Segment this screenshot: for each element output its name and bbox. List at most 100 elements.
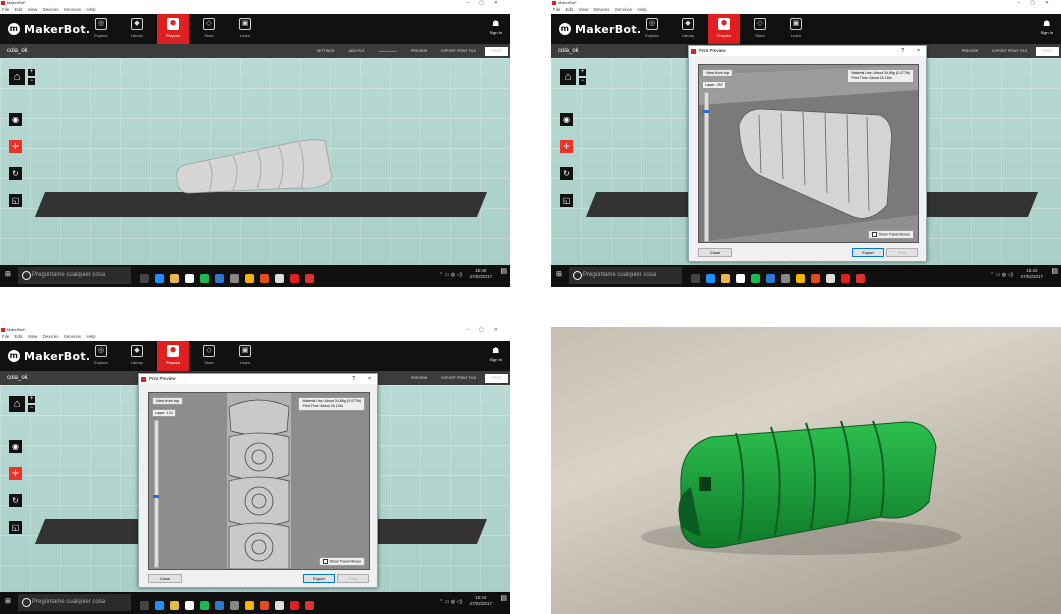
home-view-button[interactable]: ⌂ [9, 396, 25, 412]
zoom-in-button[interactable]: + [28, 69, 35, 76]
build-plate-viewport[interactable]: ⌂ + − ◉ ✛ ↻ ◱ [0, 58, 510, 265]
nav-explore[interactable]: ◎ Explore [85, 341, 117, 371]
sign-in[interactable]: ☗ Sign In [490, 20, 502, 36]
dialog-close-icon[interactable]: × [368, 374, 371, 384]
app-icon-blue[interactable] [215, 601, 224, 610]
nav-store[interactable]: ◇ Store [193, 14, 225, 44]
layer-slider-thumb[interactable] [153, 495, 159, 498]
zoom-out-button[interactable]: − [28, 78, 35, 85]
clock[interactable]: 15:42 27/02/2017 [1020, 268, 1043, 280]
nav-prepare[interactable]: ⬢ Prepare [157, 341, 189, 371]
edge-icon[interactable] [155, 274, 164, 283]
scale-tool-button[interactable]: ◱ [9, 194, 22, 207]
spotify-icon[interactable] [200, 274, 209, 283]
menu-file[interactable]: File [2, 334, 9, 339]
menu-devices[interactable]: Devices [43, 334, 59, 339]
help-button[interactable]: ? [901, 46, 904, 56]
nav-store[interactable]: ◇ Store [744, 14, 776, 44]
export-button[interactable]: Export [852, 248, 884, 257]
print-button[interactable]: PRINT [485, 374, 508, 383]
dialog-print-button[interactable]: Print [886, 248, 918, 257]
notification-icon[interactable]: ▤ [497, 268, 507, 279]
menu-help[interactable]: Help [86, 7, 95, 12]
nav-learn[interactable]: ▣ Learn [229, 341, 261, 371]
app-icon-gray[interactable] [230, 601, 239, 610]
help-button[interactable]: ? [352, 374, 355, 384]
makerbot-task-icon[interactable] [290, 274, 299, 283]
app-icon-gray[interactable] [781, 274, 790, 283]
sign-in[interactable]: ☗ Sign In [490, 347, 502, 363]
travel-checkbox[interactable] [322, 558, 328, 564]
nav-library[interactable]: ◆ Library [672, 14, 704, 44]
nav-learn[interactable]: ▣ Learn [780, 14, 812, 44]
edge-icon[interactable] [155, 601, 164, 610]
app-icon-red[interactable] [305, 274, 314, 283]
layer-preview-canvas[interactable]: View from top Layer: 121 Material Use: A… [148, 392, 370, 570]
menu-devices[interactable]: Devices [43, 7, 59, 12]
nav-library[interactable]: ◆ Library [121, 14, 153, 44]
export-print-file-button[interactable]: EXPORT PRINT FILE [441, 376, 476, 380]
rotate-tool-button[interactable]: ↻ [9, 494, 22, 507]
app-icon-blue[interactable] [766, 274, 775, 283]
menu-edit[interactable]: Edit [566, 7, 574, 12]
settings-button[interactable]: SETTINGS [317, 49, 335, 53]
nav-explore[interactable]: ◎ Explore [85, 14, 117, 44]
makerbot-task-icon[interactable] [290, 601, 299, 610]
nav-store[interactable]: ◇ Store [193, 341, 225, 371]
task-view-icon[interactable] [140, 601, 149, 610]
menu-file[interactable]: File [2, 7, 9, 12]
print-button[interactable]: PRINT [485, 47, 508, 56]
firefox-icon[interactable] [260, 601, 269, 610]
spotify-icon[interactable] [751, 274, 760, 283]
cortana-search[interactable]: Pregúntame cualquier cosa [569, 267, 682, 284]
home-view-button[interactable]: ⌂ [9, 69, 25, 85]
makerbot-task-icon[interactable] [841, 274, 850, 283]
nav-learn[interactable]: ▣ Learn [229, 14, 261, 44]
zoom-out-button[interactable]: − [579, 78, 586, 85]
menu-edit[interactable]: Edit [15, 7, 23, 12]
menu-view[interactable]: View [579, 7, 589, 12]
view-eye-button[interactable]: ◉ [560, 113, 573, 126]
edge-icon[interactable] [706, 274, 715, 283]
menu-services[interactable]: Services [615, 7, 632, 12]
store-app-icon[interactable] [185, 274, 194, 283]
view-eye-button[interactable]: ◉ [9, 113, 22, 126]
menu-services[interactable]: Services [64, 7, 81, 12]
task-view-icon[interactable] [691, 274, 700, 283]
close-button[interactable]: Close [148, 574, 182, 583]
windows-start-icon[interactable]: ⊞ [5, 271, 13, 279]
nav-prepare[interactable]: ⬢ Prepare [708, 14, 740, 44]
explorer-icon[interactable] [721, 274, 730, 283]
menu-help[interactable]: Help [637, 7, 646, 12]
view-from-top-button[interactable]: View from top [152, 397, 184, 405]
menu-devices[interactable]: Devices [594, 7, 610, 12]
clock[interactable]: 15:44 27/02/2017 [469, 595, 492, 607]
rotate-tool-button[interactable]: ↻ [9, 167, 22, 180]
store-app-icon[interactable] [736, 274, 745, 283]
add-file-button[interactable]: ADD FILE [349, 49, 365, 53]
show-travel-moves[interactable]: Show Travel Moves [318, 556, 365, 566]
app-icon-blue[interactable] [215, 274, 224, 283]
cortana-search[interactable]: Pregúntame cualquier cosa [18, 267, 131, 284]
app-icon-white[interactable] [826, 274, 835, 283]
scale-tool-button[interactable]: ◱ [9, 521, 22, 534]
menu-file[interactable]: File [553, 7, 560, 12]
windows-start-icon[interactable]: ⊞ [5, 598, 13, 606]
spotify-icon[interactable] [200, 601, 209, 610]
layer-slider-thumb[interactable] [703, 110, 709, 113]
dialog-print-button[interactable]: Print [337, 574, 369, 583]
print-button[interactable]: PRINT [1036, 47, 1059, 56]
menu-services[interactable]: Services [64, 334, 81, 339]
app-icon-white[interactable] [275, 601, 284, 610]
travel-checkbox[interactable] [871, 231, 877, 237]
export-print-file-button[interactable]: EXPORT PRINT FILE [441, 49, 476, 53]
menu-view[interactable]: View [28, 7, 38, 12]
layer-slider[interactable] [153, 420, 159, 568]
move-tool-button[interactable]: ✛ [560, 140, 573, 153]
show-travel-moves[interactable]: Show Travel Moves [867, 229, 914, 239]
windows-start-icon[interactable]: ⊞ [556, 271, 564, 279]
cortana-search[interactable]: Pregúntame cualquier cosa [18, 594, 131, 611]
dialog-close-icon[interactable]: × [917, 46, 920, 56]
app-icon-red[interactable] [305, 601, 314, 610]
app-icon-white[interactable] [275, 274, 284, 283]
